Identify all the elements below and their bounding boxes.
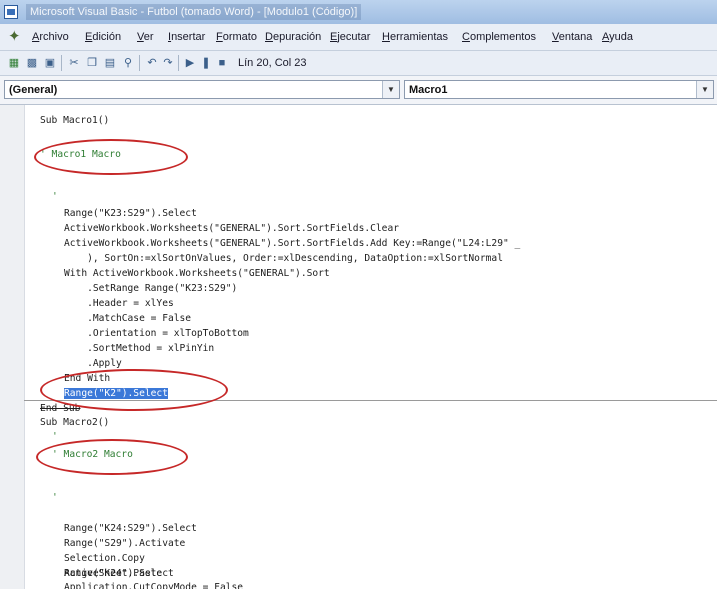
code-line[interactable]: Application.CutCopyMode = False <box>64 580 243 589</box>
menu-archivo[interactable]: Archivo <box>32 29 69 45</box>
menu-formato[interactable]: Formato <box>216 29 257 45</box>
annotation-circle-macro1-comment <box>34 139 188 175</box>
chevron-down-icon[interactable]: ▼ <box>696 81 713 98</box>
code-line[interactable]: Range("S29").Activate <box>64 536 185 552</box>
redo-icon[interactable]: ↷ <box>160 55 176 71</box>
chevron-down-icon[interactable]: ▼ <box>382 81 399 98</box>
code-line[interactable]: .SortMethod = xlPinYin <box>64 341 214 357</box>
annotation-circle-macro2-comment <box>36 439 188 475</box>
copy-icon[interactable]: ❐ <box>84 55 100 71</box>
vba-icon[interactable]: ✦ <box>8 29 26 45</box>
code-line[interactable]: Sub Macro2() <box>40 415 109 431</box>
paste-icon[interactable]: ▤ <box>102 55 118 71</box>
code-line[interactable]: ActiveWorkbook.Worksheets("GENERAL").Sor… <box>64 236 520 252</box>
code-editor[interactable]: Sub Macro1() ' Macro1 Macro ' Range("K23… <box>0 105 717 589</box>
code-line[interactable]: .Header = xlYes <box>64 296 174 312</box>
break-icon[interactable]: ❚ <box>198 55 214 71</box>
procedure-combo-value: Macro1 <box>409 84 448 96</box>
code-line[interactable]: .Orientation = xlTopToBottom <box>64 326 249 342</box>
menu-ayuda[interactable]: Ayuda <box>602 29 633 45</box>
menu-depuracion[interactable]: Depuración <box>265 29 321 45</box>
menu-complementos[interactable]: Complementos <box>462 29 536 45</box>
standard-toolbar: ▦ ▩ ▣ ✂ ❐ ▤ ⚲ ↶ ↷ ▶ ❚ ■ ✎ Lín 20, Col 23 <box>0 51 717 76</box>
object-combo[interactable]: (General) ▼ <box>4 80 400 99</box>
toolbar-divider <box>139 55 140 71</box>
insert-module-icon[interactable]: ▩ <box>24 55 40 71</box>
code-line[interactable]: With ActiveWorkbook.Worksheets("GENERAL"… <box>64 266 330 282</box>
code-line[interactable]: .SetRange Range("K23:S29") <box>64 281 237 297</box>
code-line[interactable]: .MatchCase = False <box>64 311 191 327</box>
title-bar: Microsoft Visual Basic - Futbol (tomado … <box>0 0 717 25</box>
menu-edicion[interactable]: Edición <box>85 29 121 45</box>
code-window-header: (General) ▼ Macro1 ▼ <box>0 76 717 105</box>
code-line[interactable]: ), SortOn:=xlSortOnValues, Order:=xlDesc… <box>64 251 503 267</box>
object-combo-value: (General) <box>9 84 58 96</box>
code-line[interactable]: Range("K23:S29").Select <box>64 206 197 222</box>
code-line[interactable]: ActiveWorkbook.Worksheets("GENERAL").Sor… <box>64 221 399 237</box>
toolbar-divider <box>61 55 62 71</box>
run-icon[interactable]: ▶ <box>182 55 198 71</box>
undo-icon[interactable]: ↶ <box>144 55 160 71</box>
menu-ver[interactable]: Ver <box>137 29 154 45</box>
margin-indicator-bar[interactable] <box>0 105 25 589</box>
annotation-circle-selected-line <box>40 369 228 411</box>
code-line[interactable]: ' <box>52 189 58 205</box>
cursor-position: Lín 20, Col 23 <box>238 57 307 69</box>
menu-bar: ✦ Archivo Edición Ver Insertar Formato D… <box>0 24 717 51</box>
menu-ventana[interactable]: Ventana <box>552 29 592 45</box>
cut-icon[interactable]: ✂ <box>66 55 82 71</box>
toolbar-divider <box>178 55 179 71</box>
code-line[interactable]: Sub Macro1() <box>40 113 109 129</box>
window-title: Microsoft Visual Basic - Futbol (tomado … <box>26 4 362 20</box>
find-icon[interactable]: ⚲ <box>120 55 136 71</box>
save-icon[interactable]: ▣ <box>42 55 58 71</box>
menu-herramientas[interactable]: Herramientas <box>382 29 448 45</box>
code-line[interactable]: ' <box>52 490 58 506</box>
vba-app-icon[interactable] <box>4 5 18 19</box>
reset-icon[interactable]: ■ <box>214 55 230 71</box>
view-excel-icon[interactable]: ▦ <box>6 55 22 71</box>
menu-insertar[interactable]: Insertar <box>168 29 205 45</box>
code-line[interactable]: Range("K24:S29").Select <box>64 521 197 537</box>
code-line[interactable]: Selection.Copy <box>64 551 145 567</box>
procedure-combo[interactable]: Macro1 ▼ <box>404 80 714 99</box>
menu-ejecutar[interactable]: Ejecutar <box>330 29 370 45</box>
code-line[interactable]: ' <box>52 429 58 445</box>
